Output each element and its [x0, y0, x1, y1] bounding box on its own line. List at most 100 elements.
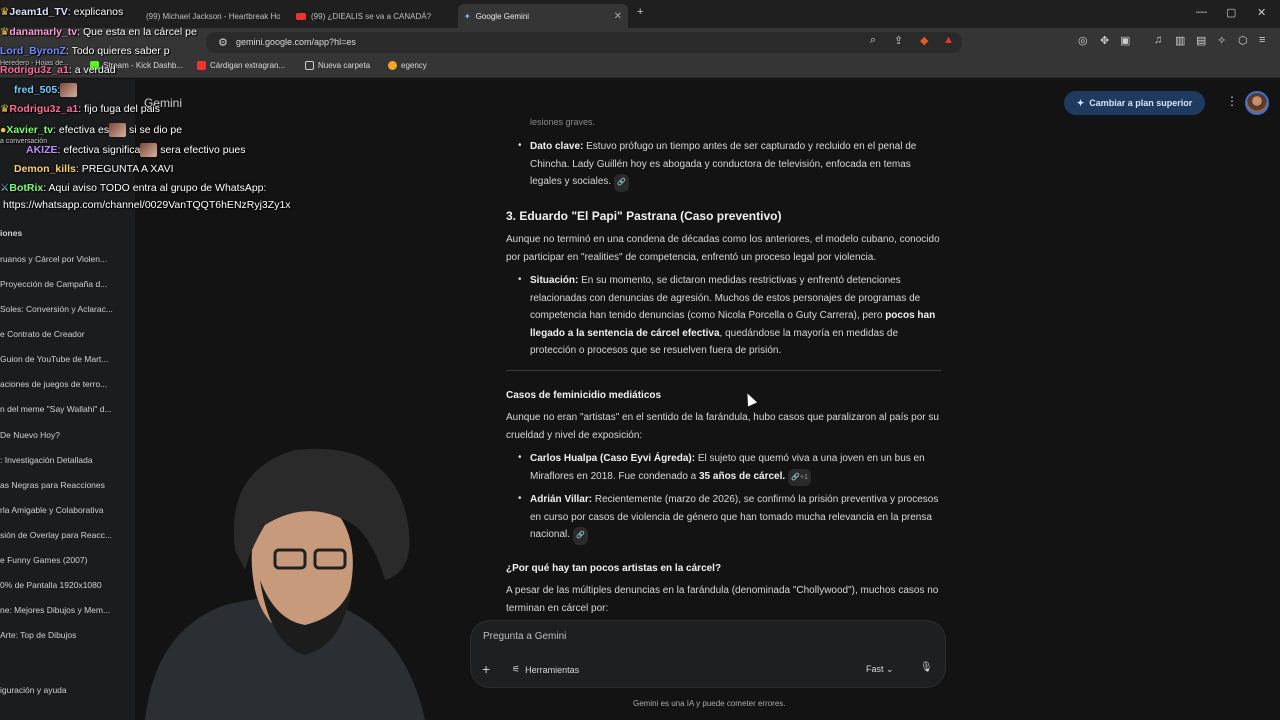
- source-link-icon[interactable]: 🔗: [573, 527, 588, 545]
- adrian-paragraph: Adrián Villar: Recientemente (marzo de 2…: [530, 491, 940, 545]
- youtube-icon: [296, 12, 306, 20]
- minimize-button[interactable]: —: [1196, 6, 1207, 18]
- chevron-down-icon: ⌄: [886, 664, 894, 674]
- tab-diealis[interactable]: (99) ¿DIEALIS se va a CANADÁ?: [290, 4, 455, 28]
- bookmark-label: Nueva carpeta: [318, 61, 371, 70]
- source-chip[interactable]: 🔗+1: [788, 468, 811, 486]
- chat-message: ⚔BotRix: Aqui aviso TODO entra al grupo …: [0, 182, 266, 194]
- pastrana-paragraph: Aunque no terminó en una condena de déca…: [506, 234, 940, 263]
- upgrade-plan-button[interactable]: ✦ Cambiar a plan superior: [1064, 91, 1205, 115]
- bookmarks-bar: [0, 56, 1280, 78]
- url-text[interactable]: gemini.google.com/app?hl=es: [236, 37, 356, 47]
- new-tab-button[interactable]: +: [637, 6, 643, 18]
- sidebar-item[interactable]: e Contrato de Creador: [0, 329, 85, 339]
- zoom-icon[interactable]: ⌕: [870, 34, 876, 47]
- menu-icon[interactable]: ≡: [1259, 34, 1265, 46]
- share-icon[interactable]: ⇪: [894, 34, 903, 47]
- chat-message: ♛danamarly_tv: Que esta en la cárcel pe: [0, 26, 197, 38]
- puzzle-icon[interactable]: ✥: [1100, 34, 1109, 47]
- sidebar-item[interactable]: as Negras para Reacciones: [0, 480, 105, 490]
- browser-tab-bar: (99) Michael Jackson - Heartbreak Ho (99…: [0, 0, 1280, 28]
- chat-username: danamarly_tv: [9, 26, 78, 38]
- bullet-dot: •: [518, 274, 522, 285]
- add-attachment-icon[interactable]: +: [482, 661, 490, 677]
- ai-assistant-icon[interactable]: ✧: [1217, 34, 1226, 47]
- egency-icon: [388, 61, 397, 70]
- chat-text: : explicanos: [67, 6, 124, 18]
- model-mode-select[interactable]: Fast ⌄: [866, 664, 894, 675]
- bookmark-cardigan[interactable]: Cárdigan extragran...: [197, 61, 285, 70]
- tab-michael-jackson[interactable]: (99) Michael Jackson - Heartbreak Ho: [140, 4, 280, 28]
- situacion-label: Situación:: [530, 275, 579, 286]
- chat-text: : efectiva es: [53, 123, 110, 136]
- settings-help-item[interactable]: iguración y ayuda: [0, 685, 67, 695]
- chat-text: sera efectivo pues: [157, 143, 246, 156]
- link-icon: 🔗: [791, 473, 800, 481]
- maximize-button[interactable]: ▢: [1226, 6, 1236, 19]
- chat-username: Rodrigu3z_a1: [9, 103, 79, 115]
- site-info-icon[interactable]: ⚙: [218, 36, 228, 49]
- upgrade-label: Cambiar a plan superior: [1089, 98, 1193, 108]
- chollywood-paragraph: A pesar de las múltiples denuncias en la…: [506, 585, 939, 614]
- sidebar-item[interactable]: Proyección de Campaña d...: [0, 279, 107, 289]
- close-tab-icon[interactable]: ✕: [614, 11, 622, 22]
- chat-text: : fijo fuga del pais: [78, 103, 160, 115]
- screenshot-icon[interactable]: ▣: [1120, 34, 1130, 47]
- sword-badge-icon: ⚔: [0, 182, 10, 194]
- chat-username: Xavier_tv: [6, 123, 54, 136]
- chat-text: si se dio pe: [126, 123, 183, 136]
- gemini-sidebar: [0, 79, 135, 720]
- sidebar-section-label: iones: [0, 228, 23, 238]
- sidebar-item[interactable]: n del meme "Say Wallahi" d...: [0, 404, 112, 414]
- situacion-paragraph: Situación: En su momento, se dictaron me…: [530, 272, 940, 360]
- chat-username: Lord_ByronZ: [0, 45, 66, 57]
- prompt-input[interactable]: Pregunta a Gemini: [483, 631, 566, 642]
- brave-shield-icon[interactable]: ◆: [920, 34, 928, 47]
- dato-clave-label: Dato clave:: [530, 141, 584, 152]
- chat-text: : PREGUNTA A XAVI: [75, 163, 174, 175]
- bullet-dot: •: [518, 493, 522, 504]
- sidebar-item[interactable]: sión de Overlay para Reacc...: [0, 530, 112, 540]
- sidebar-item[interactable]: e Funny Games (2007): [0, 555, 87, 565]
- dato-clave-text: Estuvo prófugo un tiempo antes de ser ca…: [530, 141, 917, 187]
- tab-label: (99) ¿DIEALIS se va a CANADÁ?: [311, 11, 432, 21]
- source-link-icon[interactable]: 🔗: [614, 174, 629, 192]
- chat-message: ♛Jeam1d_TV: explicanos: [0, 6, 123, 18]
- more-options-icon[interactable]: ⋮: [1226, 94, 1238, 108]
- chat-username: Jeam1d_TV: [9, 6, 68, 18]
- adrian-label: Adrián Villar:: [530, 494, 593, 505]
- sidebar-item[interactable]: ruanos y Cárcel por Violen...: [0, 254, 107, 264]
- sidebar-item[interactable]: Guion de YouTube de Mart...: [0, 354, 108, 364]
- close-window-button[interactable]: ✕: [1257, 6, 1266, 19]
- tab-google-gemini[interactable]: ✦ Google Gemini ✕: [458, 4, 628, 28]
- sidebar-item[interactable]: ne: Mejores Dibujos y Mem...: [0, 605, 110, 615]
- sidebar-item[interactable]: aciones de juegos de terro...: [0, 379, 107, 389]
- brave-rewards-icon[interactable]: ▲: [943, 34, 954, 46]
- music-icon[interactable]: ♫: [1154, 34, 1162, 46]
- microphone-icon[interactable]: 🎙: [920, 662, 933, 673]
- sidebar-item[interactable]: Soles: Conversión y Aclarac...: [0, 304, 113, 314]
- avatar[interactable]: [1245, 91, 1269, 115]
- bookmark-nueva-carpeta[interactable]: Nueva carpeta: [305, 61, 370, 70]
- section-divider: [506, 370, 941, 371]
- tab-label: Google Gemini: [475, 11, 530, 21]
- bookmark-egency[interactable]: egency: [388, 61, 427, 70]
- sidebar-item[interactable]: De Nuevo Hoy?: [0, 430, 60, 440]
- sidebar-item[interactable]: 0% de Pantalla 1920x1080: [0, 580, 102, 590]
- sidebar-item[interactable]: Arte: Top de Dibujos: [0, 630, 76, 640]
- sidebar-item[interactable]: : Investigación Detallada: [0, 455, 93, 465]
- sidebar-item[interactable]: rla Amigable y Colaborativa: [0, 505, 103, 515]
- sidebar-toggle-icon[interactable]: ▥: [1175, 34, 1185, 47]
- tools-button[interactable]: ⚟ Herramientas: [512, 664, 579, 675]
- extension-icon[interactable]: ◎: [1078, 34, 1088, 47]
- carlos-bold: 35 años de cárcel.: [699, 470, 786, 482]
- chat-link: https://whatsapp.com/channel/0029VanTQQT…: [3, 199, 291, 211]
- adrian-text: Recientemente (marzo de 2026), se confir…: [530, 494, 939, 540]
- webcam-overlay: [145, 448, 425, 720]
- feminicidio-paragraph: Aunque no eran "artistas" en el sentido …: [506, 412, 939, 441]
- emote-icon: [109, 123, 127, 137]
- vpn-icon[interactable]: ⬡: [1238, 34, 1248, 47]
- wallet-icon[interactable]: ▤: [1196, 34, 1206, 47]
- crown-badge-icon: ♛: [0, 103, 10, 115]
- section-heading-3: 3. Eduardo "El Papi" Pastrana (Caso prev…: [506, 209, 782, 223]
